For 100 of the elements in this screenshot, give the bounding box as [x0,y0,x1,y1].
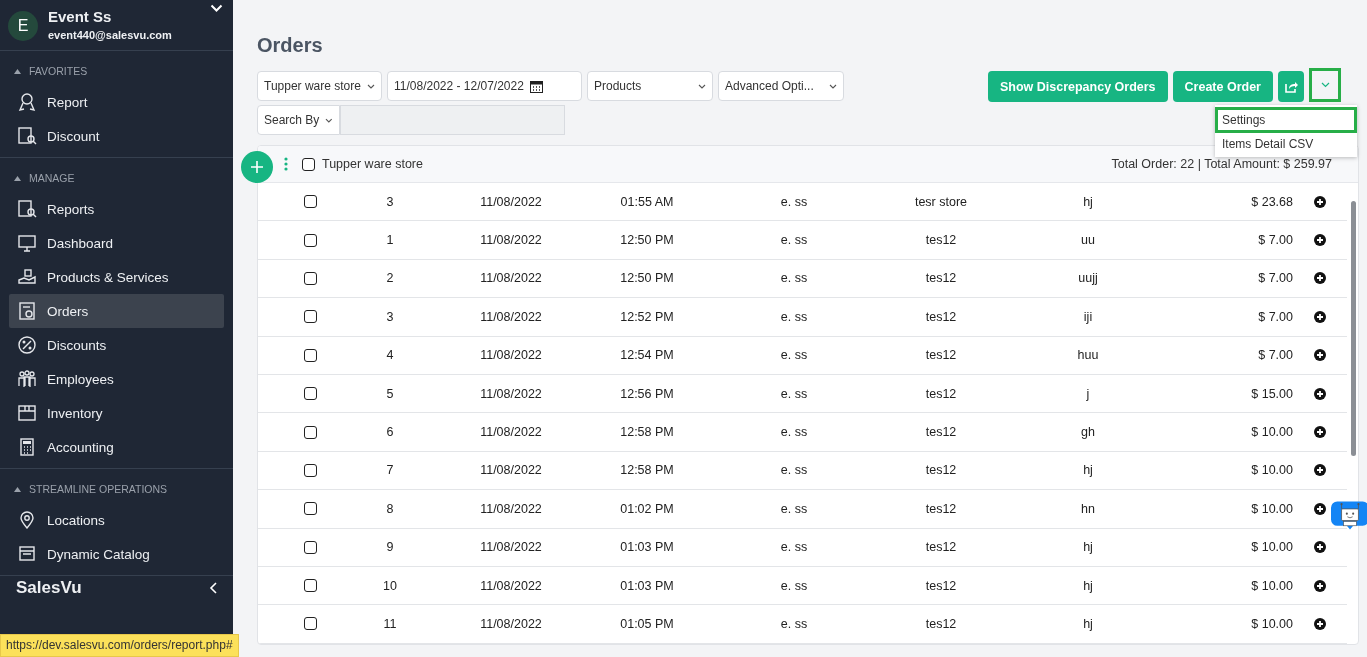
brand-logo[interactable]: SalesVu [16,578,82,598]
table-cell-text: iji [1082,309,1094,324]
table-cell-text: tes12 [924,463,958,478]
user-email: event440@salesvu.com [48,29,172,41]
table-cell-text: gh [1080,425,1096,440]
table-cell-text: 11/08/2022 [479,578,543,593]
table-cell-text: tes12 [924,348,958,363]
sidebar-item[interactable]: Employees [9,362,224,396]
table-cell-text: 12:50 PM [619,233,675,248]
sidebar-item[interactable]: Discounts [9,328,224,362]
table-cell-text: e. ss [779,348,809,363]
table-cell-text: tesr store [913,194,969,209]
table-cell-text: e. ss [779,194,809,209]
table-cell-text: 01:03 PM [619,578,675,593]
table-cell-text: 4 [385,348,395,363]
table-cell-text: 12:54 PM [619,348,675,363]
table-cell-text: $ 10.00 [1250,425,1293,440]
table-cell-text: 9 [385,540,395,555]
table-cell-text: $ 10.00 [1250,578,1293,593]
table-cell-text: $ 7.00 [1257,348,1293,363]
table-cell-text: e. ss [779,540,809,555]
table-cell-text: hj [1082,194,1094,209]
table-cell-text: tes12 [924,309,958,324]
table-cell-text: tes12 [924,233,958,248]
table-cell-text: uu [1080,233,1096,248]
table-cell-text: huu [1076,348,1100,363]
table-cell-text: 01:03 PM [619,540,675,555]
table-cell-text: tes12 [924,617,958,631]
table-cell-text: tes12 [924,501,958,516]
sidebar-item[interactable]: Dashboard [9,226,224,260]
sidebar-item[interactable]: Accounting [9,430,224,464]
table-cell-text: hj [1082,463,1094,478]
table-cell-text: 11/08/2022 [479,233,543,248]
sidebar-item[interactable]: Products & Services [9,260,224,294]
table-cell-text: tes12 [924,540,958,555]
table-cell-text: tes12 [924,386,958,401]
table-cell-text: e. ss [779,271,809,286]
table-cell-text: $ 23.68 [1250,194,1293,209]
table-cell-text: e. ss [779,501,809,516]
table-cell-text: 11 [382,617,398,631]
menu-item[interactable]: Items Detail CSV [1215,133,1357,155]
search-by-select[interactable]: Search By [257,105,340,135]
store-select[interactable]: Tupper ware store [257,71,382,101]
table-cell-text: hj [1082,540,1094,555]
table-cell-text: j [1085,386,1091,401]
sidebar-item[interactable]: Discount [9,119,224,153]
sidebar-item[interactable]: Report [9,85,224,119]
user-avatar[interactable]: E [8,11,38,41]
table-cell-text: hj [1082,617,1094,631]
table-cell-text: 12:52 PM [619,309,675,324]
date-range-picker[interactable]: 11/08/2022 - 12/07/2022 [387,71,582,101]
sidebar-item[interactable]: Reports [9,192,224,226]
table-cell-text: 11/08/2022 [479,463,543,478]
table-cell-text: 7 [385,463,395,478]
table-cell-text: 01:55 AM [619,194,675,209]
table-cell-text: 12:50 PM [619,271,675,286]
status-url: https://dev.salesvu.com/orders/report.php# [0,634,239,657]
table-cell-text: 11/08/2022 [479,348,543,363]
table-cell-text: $ 10.00 [1250,617,1293,631]
sidebar-item[interactable]: Dynamic Catalog [9,537,224,571]
table-cell-text: uujj [1077,271,1099,286]
table-cell-text: $ 10.00 [1250,501,1293,516]
table-cell-text: e. ss [779,617,809,631]
table-cell-text: 12:56 PM [619,386,675,401]
table-cell-text: 11/08/2022 [479,540,543,555]
sidebar-item[interactable]: Orders [9,294,224,328]
table-cell-text: 12:58 PM [619,425,675,440]
table-cell-text: 3 [385,194,395,209]
table-cell-text: tes12 [924,578,958,593]
order-totals: Total Order: 22 | Total Amount: $ 259.97 [1111,157,1332,171]
table-cell-text: 11/08/2022 [479,501,543,516]
table-cell-text: $ 7.00 [1257,271,1293,286]
table-cell-text: 10 [382,578,398,593]
table-cell-text: 11/08/2022 [479,309,543,324]
table-cell-text: 01:05 PM [619,617,675,631]
table-cell-text: hn [1080,501,1096,516]
table-cell-text: 5 [385,386,395,401]
table-cell-text: e. ss [779,233,809,248]
table-cell-text: $ 10.00 [1250,463,1293,478]
table-cell-text: $ 10.00 [1250,540,1293,555]
user-name: Event Ss [48,8,113,25]
table-cell-text: e. ss [779,463,809,478]
page-title: Orders [257,34,324,57]
table-cell-text: 11/08/2022 [479,425,543,440]
section-header[interactable]: FAVORITES [0,63,233,85]
table-cell-text: $ 7.00 [1257,309,1293,324]
table-cell-text: 2 [385,271,395,286]
sidebar-item[interactable]: Inventory [9,396,224,430]
products-select[interactable]: Products [587,71,713,101]
table-cell-text: 8 [385,501,395,516]
sidebar-item[interactable]: Locations [9,503,224,537]
section-header[interactable]: MANAGE [0,170,233,192]
table-cell-text: e. ss [779,309,809,324]
table-cell-text: e. ss [779,578,809,593]
advanced-options-select[interactable]: Advanced Opti... [718,71,844,101]
menu-item[interactable]: Settings [1215,107,1357,133]
table-cell-text: 12:58 PM [619,463,675,478]
section-header[interactable]: STREAMLINE OPERATIONS [0,481,233,503]
table-cell-text: 3 [385,309,395,324]
table-cell-text: tes12 [924,271,958,286]
